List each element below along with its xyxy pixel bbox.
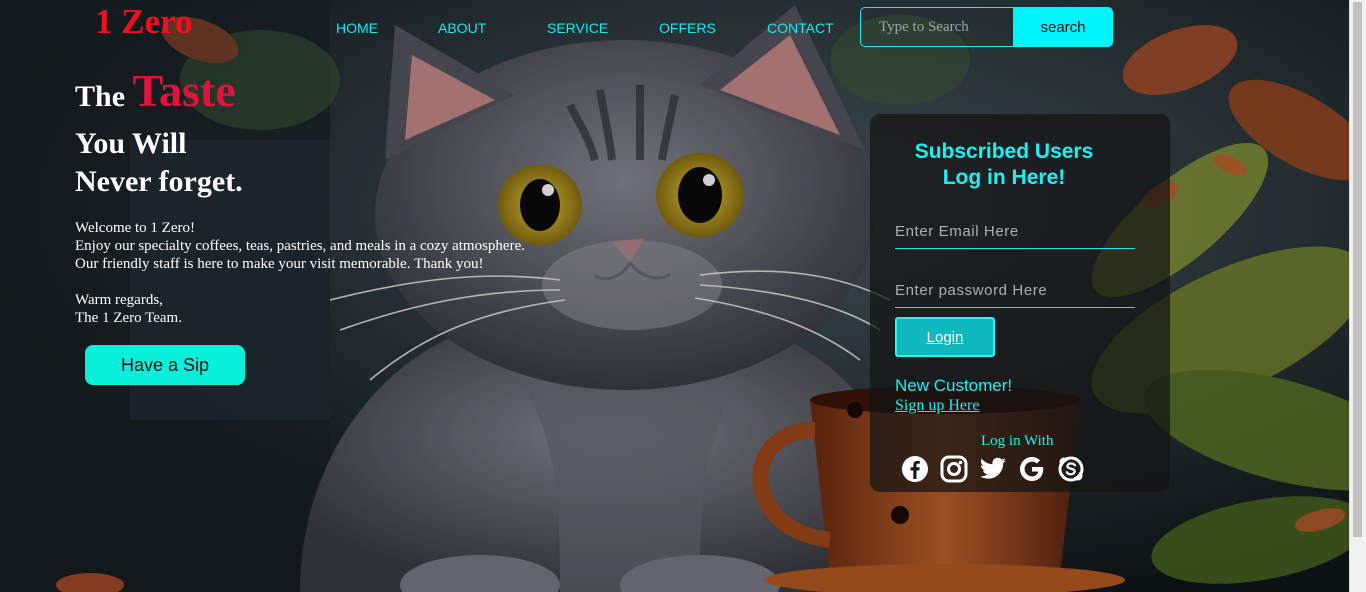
hero-title-line2: You Will xyxy=(75,127,187,160)
nav-contact[interactable]: CONTACT xyxy=(767,20,834,36)
google-icon[interactable] xyxy=(1018,455,1046,483)
new-customer-label: New Customer! xyxy=(895,376,1013,395)
password-field[interactable] xyxy=(895,274,1135,308)
twitter-icon[interactable] xyxy=(979,455,1007,483)
login-title-line2: Log in Here! xyxy=(942,166,1066,189)
login-card: Subscribed Users Log in Here! Login New … xyxy=(870,114,1170,492)
skype-icon[interactable] xyxy=(1057,455,1085,483)
scrollbar-thumb[interactable] xyxy=(1353,2,1362,537)
hero-body-line2: Our friendly staff is here to make your … xyxy=(75,256,484,272)
nav-about[interactable]: ABOUT xyxy=(438,20,486,36)
nav-service[interactable]: SERVICE xyxy=(547,20,608,36)
hero-title-prefix: The xyxy=(75,80,126,113)
have-a-sip-button[interactable]: Have a Sip xyxy=(85,345,245,385)
login-title-line1: Subscribed Users xyxy=(914,140,1094,163)
email-field[interactable] xyxy=(895,215,1135,249)
hero-title: The Taste xyxy=(75,68,236,115)
site-logo[interactable]: 1 Zero xyxy=(95,2,193,42)
search-input[interactable] xyxy=(860,7,1013,47)
hero-body-line1: Enjoy our specialty coffees, teas, pastr… xyxy=(75,238,525,254)
nav-home[interactable]: HOME xyxy=(336,20,378,36)
hero-title-accent: Taste xyxy=(132,65,236,116)
facebook-icon[interactable] xyxy=(901,455,929,483)
hero-team: The 1 Zero Team. xyxy=(75,310,182,326)
login-title: Subscribed Users Log in Here! xyxy=(870,139,1138,191)
signup-link[interactable]: Sign up Here xyxy=(895,397,979,415)
instagram-icon[interactable] xyxy=(940,455,968,483)
hero-description: Welcome to 1 Zero! Enjoy our specialty c… xyxy=(75,219,525,327)
hero-welcome: Welcome to 1 Zero! xyxy=(75,220,195,236)
hero-regards: Warm regards, xyxy=(75,292,163,308)
login-button[interactable]: Login xyxy=(895,317,995,357)
login-with-label: Log in With xyxy=(981,433,1054,449)
vertical-scrollbar[interactable] xyxy=(1349,0,1366,592)
hero-title-line3: Never forget. xyxy=(75,165,243,198)
search-box: search xyxy=(860,7,1113,47)
search-button[interactable]: search xyxy=(1013,7,1113,47)
nav-offers[interactable]: OFFERS xyxy=(659,20,716,36)
